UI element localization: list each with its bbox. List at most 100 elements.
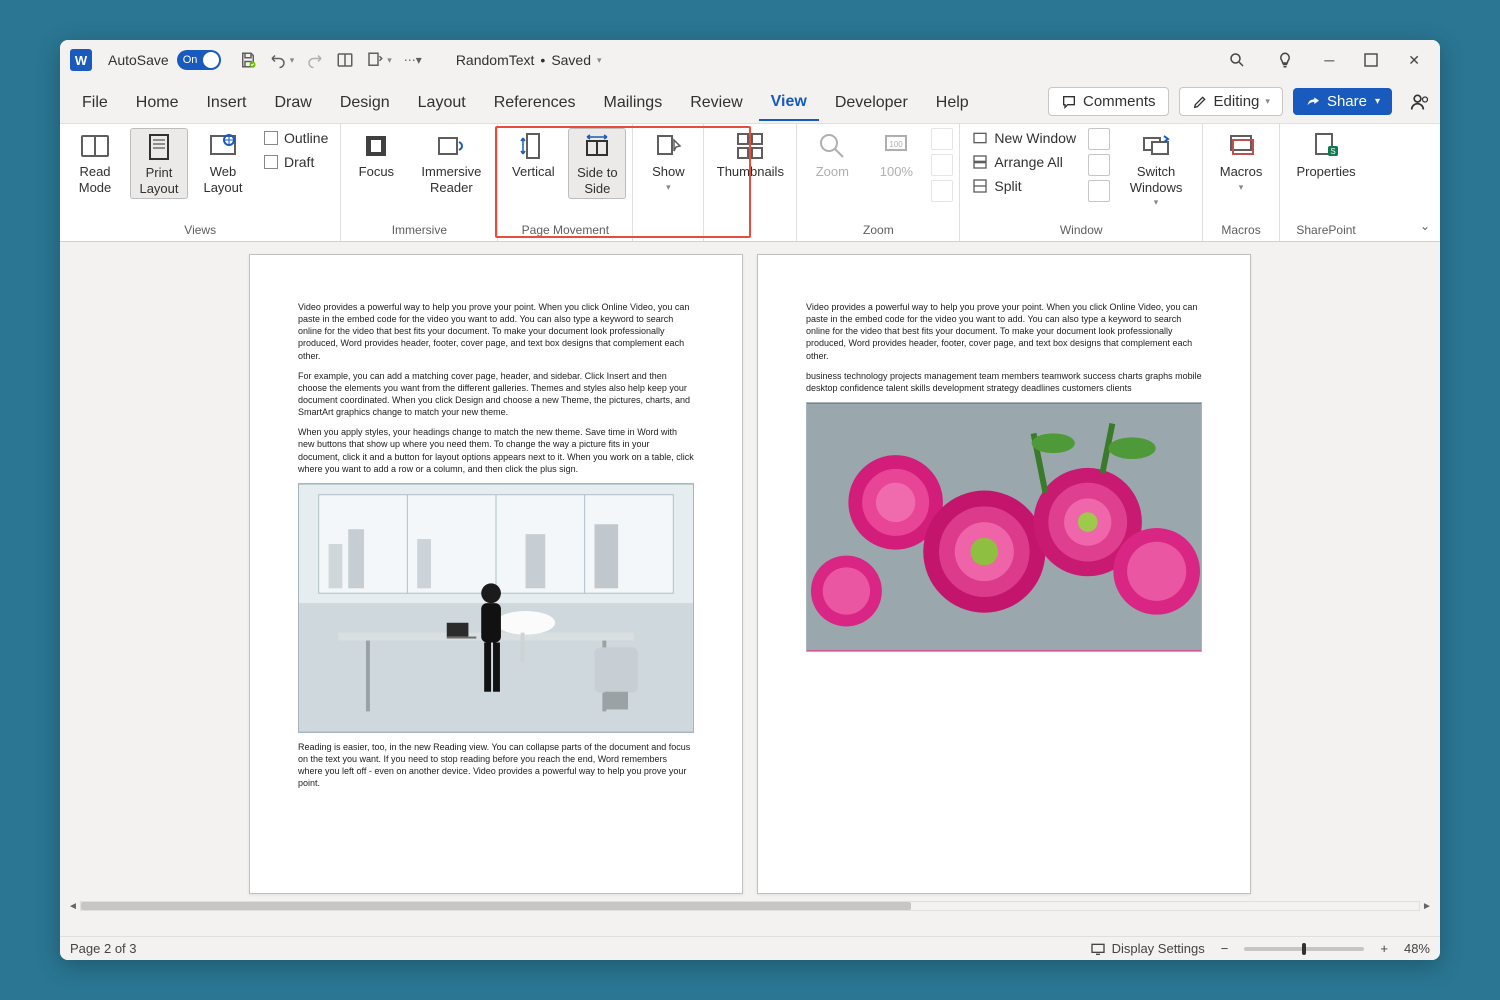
chevron-down-icon[interactable]: ▾	[597, 55, 602, 66]
embedded-image-flowers[interactable]	[806, 402, 1202, 652]
macros-button[interactable]: Macros ▾	[1209, 128, 1273, 194]
immersive-reader-button[interactable]: Immersive Reader	[411, 128, 491, 197]
paragraph: business technology projects management …	[806, 370, 1202, 394]
print-layout-button[interactable]: Print Layout	[130, 128, 188, 199]
ribbon-group-window: New Window Arrange All Split Switch Wi	[960, 124, 1203, 241]
vertical-button[interactable]: Vertical	[504, 128, 562, 182]
scroll-right-icon[interactable]: ►	[1420, 901, 1434, 912]
document-page-2[interactable]: Video provides a powerful way to help yo…	[757, 254, 1251, 894]
ribbon-group-show: Show ▾	[633, 124, 704, 241]
paragraph: Reading is easier, too, in the new Readi…	[298, 741, 694, 790]
paragraph: For example, you can add a matching cove…	[298, 370, 694, 419]
search-icon[interactable]	[1228, 51, 1246, 69]
tab-view[interactable]: View	[759, 83, 819, 121]
tab-help[interactable]: Help	[924, 84, 981, 120]
properties-button[interactable]: S Properties	[1286, 128, 1366, 182]
account-icon[interactable]	[1410, 92, 1430, 112]
tab-references[interactable]: References	[482, 84, 588, 120]
ribbon-group-sharepoint: S Properties SharePoint	[1280, 124, 1372, 241]
split-button[interactable]: Split	[966, 176, 1082, 196]
ribbon-group-views: Read Mode Print Layout Web Layout Outlin…	[60, 124, 341, 241]
pages-container: Video provides a powerful way to help yo…	[249, 254, 1251, 928]
tab-insert[interactable]: Insert	[194, 84, 258, 120]
paragraph: Video provides a powerful way to help yo…	[298, 301, 694, 362]
draft-button[interactable]: Draft	[258, 152, 334, 172]
page-number-status[interactable]: Page 2 of 3	[70, 941, 137, 956]
collapse-ribbon-icon[interactable]: ⌄	[1420, 219, 1430, 233]
paragraph: When you apply styles, your headings cha…	[298, 426, 694, 475]
qat-icon-1[interactable]	[336, 51, 354, 69]
comments-button[interactable]: Comments	[1048, 87, 1169, 116]
document-page-1[interactable]: Video provides a powerful way to help yo…	[249, 254, 743, 894]
svg-text:100: 100	[890, 140, 904, 149]
reset-window-icon[interactable]	[1088, 180, 1110, 202]
undo-button[interactable]: ▾	[269, 51, 295, 69]
word-app-icon: W	[70, 49, 92, 71]
qat-customize-icon[interactable]: ⋯▾	[404, 53, 422, 67]
tab-developer[interactable]: Developer	[823, 84, 920, 120]
status-bar: Page 2 of 3 Display Settings − + 48%	[60, 936, 1440, 960]
embedded-image-office[interactable]	[298, 483, 694, 733]
outline-button[interactable]: Outline	[258, 128, 334, 148]
svg-text:S: S	[1330, 147, 1335, 156]
new-window-button[interactable]: New Window	[966, 128, 1082, 148]
horizontal-scrollbar[interactable]: ◄ ►	[66, 898, 1434, 914]
ribbon-group-immersive: Focus Immersive Reader Immersive	[341, 124, 498, 241]
zoom-percentage[interactable]: 48%	[1404, 941, 1430, 956]
scroll-left-icon[interactable]: ◄	[66, 901, 80, 912]
zoom-out-icon[interactable]: −	[1221, 941, 1229, 956]
ribbon-group-zoom: Zoom 100 100% Zoom	[797, 124, 960, 241]
ribbon-group-page-movement: Vertical Side to Side Page Movement	[498, 124, 633, 241]
arrange-all-button[interactable]: Arrange All	[966, 152, 1082, 172]
ribbon: Read Mode Print Layout Web Layout Outlin…	[60, 124, 1440, 242]
ribbon-group-macros: Macros ▾ Macros	[1203, 124, 1280, 241]
quick-access-toolbar: ▾ ▾ ⋯▾	[239, 51, 422, 69]
zoom-slider[interactable]	[1244, 947, 1364, 951]
side-to-side-button[interactable]: Side to Side	[568, 128, 626, 199]
tab-file[interactable]: File	[70, 84, 120, 120]
minimize-button[interactable]: ─	[1324, 52, 1334, 68]
ribbon-group-thumbnails: Thumbnails	[704, 124, 797, 241]
ribbon-tabs: File Home Insert Draw Design Layout Refe…	[60, 80, 1440, 124]
app-window: W AutoSave On ▾ ▾	[60, 40, 1440, 960]
save-icon[interactable]	[239, 51, 257, 69]
close-button[interactable]: ✕	[1408, 52, 1420, 69]
document-title[interactable]: RandomText • Saved ▾	[456, 52, 602, 68]
editing-mode-button[interactable]: Editing ▾	[1179, 87, 1283, 116]
tab-mailings[interactable]: Mailings	[592, 84, 675, 120]
qat-icon-2[interactable]: ▾	[366, 51, 392, 69]
tab-draw[interactable]: Draw	[262, 84, 323, 120]
read-mode-button[interactable]: Read Mode	[66, 128, 124, 197]
autosave-label: AutoSave	[108, 52, 169, 68]
lightbulb-icon[interactable]	[1276, 51, 1294, 69]
zoom-button[interactable]: Zoom	[803, 128, 861, 182]
maximize-button[interactable]	[1364, 53, 1378, 67]
switch-windows-button[interactable]: Switch Windows ▾	[1116, 128, 1196, 210]
multi-page-icon[interactable]	[931, 154, 953, 176]
zoom-in-icon[interactable]: +	[1380, 941, 1388, 956]
focus-button[interactable]: Focus	[347, 128, 405, 182]
view-side-by-side-icon[interactable]	[1088, 128, 1110, 150]
tab-review[interactable]: Review	[678, 84, 754, 120]
zoom-100-button[interactable]: 100 100%	[867, 128, 925, 182]
paragraph: Video provides a powerful way to help yo…	[806, 301, 1202, 362]
redo-button[interactable]	[306, 51, 324, 69]
show-dropdown-button[interactable]: Show ▾	[639, 128, 697, 194]
scrollbar-track[interactable]	[80, 901, 1420, 911]
tab-home[interactable]: Home	[124, 84, 191, 120]
titlebar: W AutoSave On ▾ ▾	[60, 40, 1440, 80]
tab-design[interactable]: Design	[328, 84, 402, 120]
web-layout-button[interactable]: Web Layout	[194, 128, 252, 197]
tab-layout[interactable]: Layout	[406, 84, 478, 120]
window-controls: ─ ✕	[1228, 51, 1420, 69]
autosave-control[interactable]: AutoSave On	[108, 50, 221, 70]
one-page-icon[interactable]	[931, 128, 953, 150]
share-button[interactable]: Share ▾	[1293, 88, 1392, 115]
page-width-icon[interactable]	[931, 180, 953, 202]
thumbnails-button[interactable]: Thumbnails	[710, 128, 790, 182]
display-settings-button[interactable]: Display Settings	[1090, 941, 1205, 957]
zoom-extra-buttons	[931, 128, 953, 202]
autosave-toggle[interactable]: On	[177, 50, 221, 70]
scrollbar-thumb[interactable]	[81, 902, 911, 910]
sync-scroll-icon[interactable]	[1088, 154, 1110, 176]
